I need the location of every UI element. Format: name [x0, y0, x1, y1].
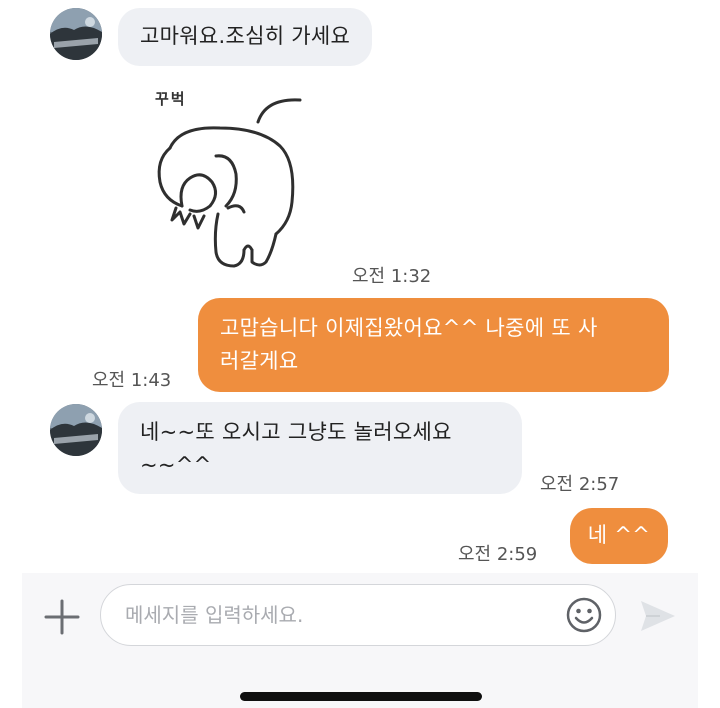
emoji-button[interactable] [565, 596, 603, 634]
plus-icon [44, 599, 80, 635]
message-text-line: 러갈게요 [220, 349, 299, 373]
avatar-landscape-image [50, 404, 102, 456]
message-bubble-outgoing[interactable]: 고맙습니다 이제집왔어요^^ 나중에 또 사 러갈게요 [198, 298, 669, 392]
timestamp: 오전 1:32 [352, 266, 432, 287]
message-text-line: 네~~또 오시고 그냥도 놀러오세요 [140, 420, 452, 444]
avatar[interactable] [50, 404, 102, 456]
send-button[interactable] [638, 598, 678, 634]
message-bubble-incoming[interactable]: 고마워요.조심히 가세요 [118, 8, 373, 66]
message-text: 네 ^^ [587, 523, 651, 547]
timestamp: 오전 2:59 [458, 544, 538, 565]
timestamp: 오전 2:57 [540, 474, 620, 495]
message-bubble-incoming[interactable]: 네~~또 오시고 그냥도 놀러오세요 ~~^^ [118, 402, 522, 494]
avatar-landscape-image [50, 8, 102, 60]
home-indicator[interactable] [240, 692, 482, 701]
bowing-creature-sticker-icon [157, 98, 302, 268]
message-input[interactable] [100, 584, 616, 646]
message-text-line: ~~^^ [140, 453, 212, 477]
message-text: 고마워요.조심히 가세요 [140, 24, 351, 48]
add-attachment-button[interactable] [42, 597, 82, 637]
avatar[interactable] [50, 8, 102, 60]
message-text-line: 고맙습니다 이제집왔어요^^ 나중에 또 사 [220, 316, 598, 340]
send-arrow-icon [641, 601, 675, 631]
chat-screen: 고마워요.조심히 가세요 꾸벅 오전 1:32 오전 1:43 고맙습니다 이제… [0, 0, 720, 708]
timestamp: 오전 1:43 [92, 370, 172, 391]
message-bubble-outgoing[interactable]: 네 ^^ [570, 508, 668, 564]
sticker-message[interactable]: 꾸벅 [140, 82, 310, 272]
smiley-icon [566, 597, 602, 633]
